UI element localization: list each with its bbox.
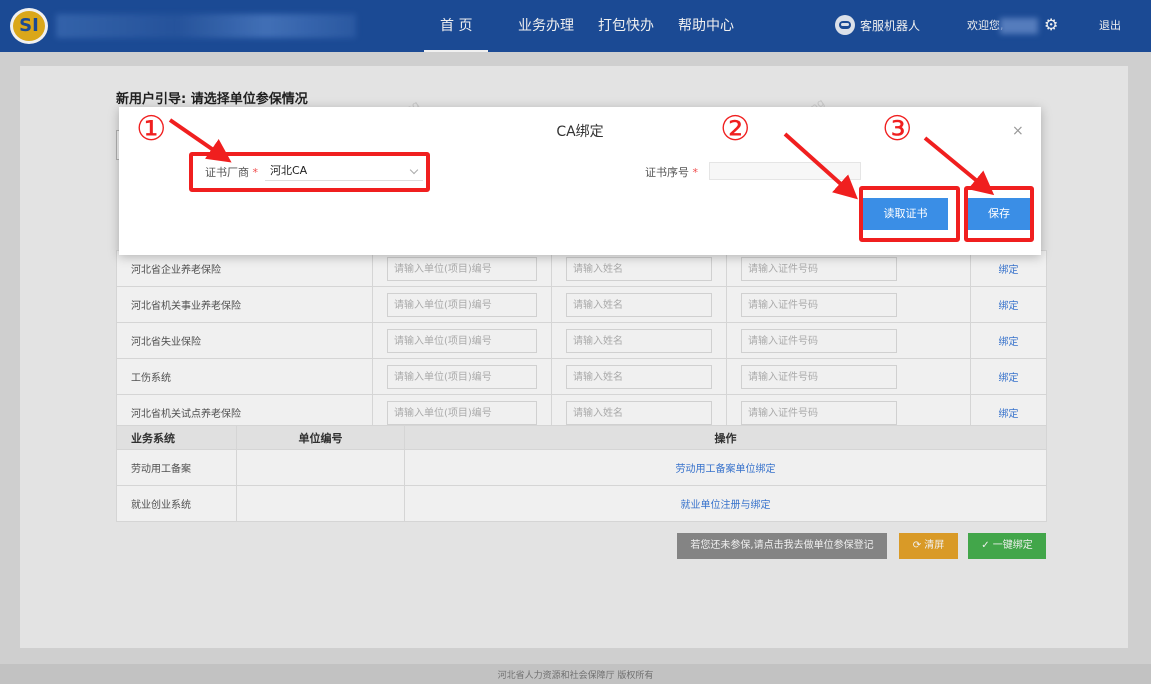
arrow-step-3 — [923, 136, 995, 196]
arrow-step-2 — [783, 132, 858, 200]
annotation-arrows — [168, 118, 995, 200]
arrow-step-1 — [168, 118, 232, 163]
